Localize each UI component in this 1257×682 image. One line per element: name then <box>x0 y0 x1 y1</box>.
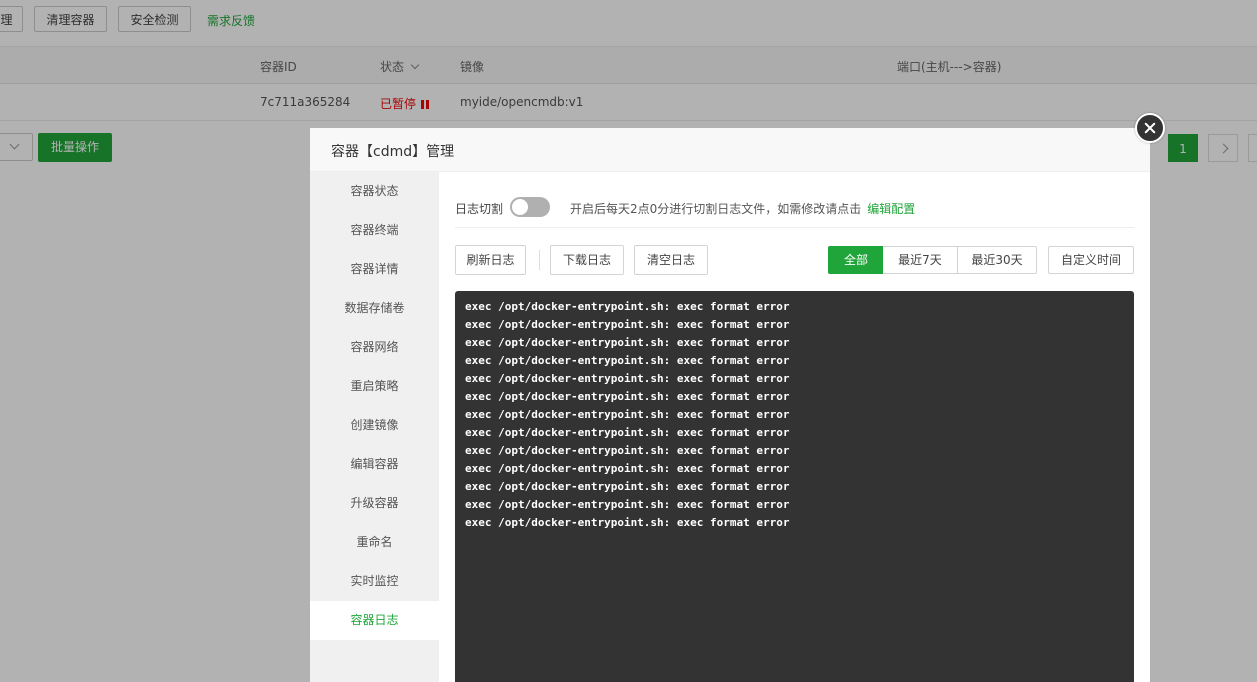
edit-config-link[interactable]: 编辑配置 <box>867 202 915 216</box>
clear-logs-button[interactable]: 清空日志 <box>634 245 708 275</box>
log-line: exec /opt/docker-entrypoint.sh: exec for… <box>465 516 790 529</box>
toggle-knob <box>512 199 528 215</box>
menu-container-logs[interactable]: 容器日志 <box>310 601 439 640</box>
log-line: exec /opt/docker-entrypoint.sh: exec for… <box>465 390 790 403</box>
menu-container-network[interactable]: 容器网络 <box>310 328 439 367</box>
log-line: exec /opt/docker-entrypoint.sh: exec for… <box>465 354 790 367</box>
divider <box>455 227 1134 228</box>
log-line: exec /opt/docker-entrypoint.sh: exec for… <box>465 372 790 385</box>
log-line: exec /opt/docker-entrypoint.sh: exec for… <box>465 318 790 331</box>
close-icon[interactable] <box>1135 113 1165 143</box>
refresh-logs-button[interactable]: 刷新日志 <box>455 245 526 275</box>
container-manage-dialog: 容器【cdmd】管理 容器状态 容器终端 容器详情 数据存储卷 容器网络 重启策… <box>310 128 1150 682</box>
log-cut-hint: 开启后每天2点0分进行切割日志文件，如需修改请点击 编辑配置 <box>570 202 916 216</box>
log-line: exec /opt/docker-entrypoint.sh: exec for… <box>465 444 790 457</box>
menu-rename[interactable]: 重命名 <box>310 523 439 562</box>
menu-upgrade-container[interactable]: 升级容器 <box>310 484 439 523</box>
log-line: exec /opt/docker-entrypoint.sh: exec for… <box>465 426 790 439</box>
menu-realtime-monitor[interactable]: 实时监控 <box>310 562 439 601</box>
dialog-header: 容器【cdmd】管理 <box>310 128 1150 172</box>
menu-container-status[interactable]: 容器状态 <box>310 172 439 211</box>
log-line: exec /opt/docker-entrypoint.sh: exec for… <box>465 462 790 475</box>
range-7days-button[interactable]: 最近7天 <box>883 246 958 274</box>
menu-container-terminal[interactable]: 容器终端 <box>310 211 439 250</box>
log-line: exec /opt/docker-entrypoint.sh: exec for… <box>465 408 790 421</box>
dialog-sidebar: 容器状态 容器终端 容器详情 数据存储卷 容器网络 重启策略 创建镜像 编辑容器… <box>310 172 439 682</box>
menu-restart-policy[interactable]: 重启策略 <box>310 367 439 406</box>
logs-panel: 日志切割 开启后每天2点0分进行切割日志文件，如需修改请点击 编辑配置 刷新日志 … <box>439 172 1150 682</box>
log-line: exec /opt/docker-entrypoint.sh: exec for… <box>465 300 790 313</box>
log-cut-toggle[interactable] <box>510 197 550 217</box>
range-all-button[interactable]: 全部 <box>828 246 884 274</box>
dialog-title: 容器【cdmd】管理 <box>331 144 455 160</box>
log-line: exec /opt/docker-entrypoint.sh: exec for… <box>465 480 790 493</box>
range-30days-button[interactable]: 最近30天 <box>957 246 1037 274</box>
log-line: exec /opt/docker-entrypoint.sh: exec for… <box>465 336 790 349</box>
menu-edit-container[interactable]: 编辑容器 <box>310 445 439 484</box>
download-logs-button[interactable]: 下载日志 <box>550 245 624 275</box>
log-cut-label: 日志切割 <box>455 202 504 216</box>
log-line: exec /opt/docker-entrypoint.sh: exec for… <box>465 498 790 511</box>
log-output[interactable]: exec /opt/docker-entrypoint.sh: exec for… <box>455 291 1134 682</box>
menu-data-volumes[interactable]: 数据存储卷 <box>310 289 439 328</box>
divider <box>539 250 540 270</box>
menu-container-details[interactable]: 容器详情 <box>310 250 439 289</box>
custom-time-button[interactable]: 自定义时间 <box>1048 246 1134 274</box>
menu-create-image[interactable]: 创建镜像 <box>310 406 439 445</box>
